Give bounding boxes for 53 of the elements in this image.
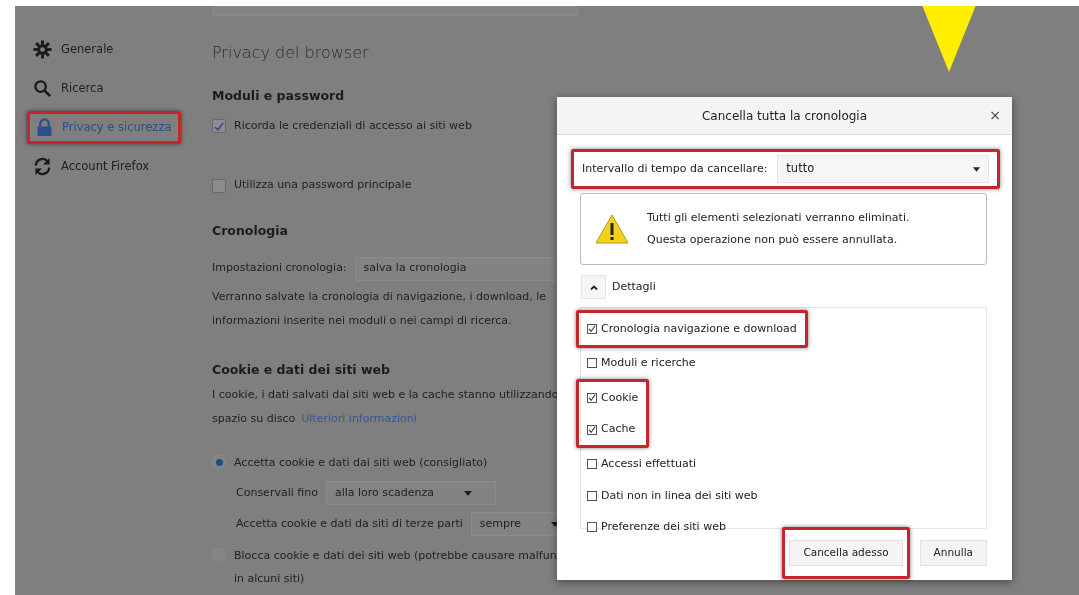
paragraph-line: spazio su disco: [212, 412, 296, 426]
checkbox[interactable]: [587, 459, 597, 470]
section-heading: Cookie e dati dei siti web: [212, 360, 391, 379]
checkbox-label: Preferenze dei siti web: [601, 519, 726, 536]
section-heading: Moduli e password: [212, 87, 346, 105]
checkbox-label: Cronologia navigazione e download: [601, 320, 797, 337]
radio-label: in alcuni siti): [234, 571, 306, 588]
checkbox[interactable]: [587, 393, 597, 403]
section-heading: Cronologia: [212, 221, 289, 240]
checkbox-label: Cookie: [601, 389, 639, 406]
checkbox[interactable]: [587, 490, 597, 501]
gear-icon: [33, 40, 52, 59]
clear-button[interactable]: Cancella adesso: [789, 540, 903, 566]
checkbox-label: Cache: [601, 421, 636, 438]
checkbox[interactable]: [212, 178, 226, 193]
radio-label: Blocca cookie e dati dei siti web (potrebbe causare malfun: [234, 548, 557, 565]
caret-icon: [464, 490, 473, 496]
warning-text: Tutti gli elementi selezionati verranno eliminati.: [647, 210, 910, 226]
checkbox-label: Dati non in linea dei siti web: [601, 487, 758, 504]
checkbox[interactable]: [587, 522, 597, 533]
search-icon: [33, 79, 52, 98]
field-label: Intervallo di tempo da cancellare:: [582, 160, 768, 177]
time-range-dropdown[interactable]: tutto: [777, 155, 989, 183]
paragraph-line: informazioni inserite nei moduli o nei campi di ricerca.: [212, 312, 513, 329]
chevron-up-icon: [589, 284, 598, 290]
radio-button[interactable]: [212, 455, 226, 470]
sidebar-item[interactable]: Ricerca: [27, 75, 110, 102]
field-label: Accetta cookie e dati da siti di terze parti: [236, 516, 463, 532]
dropdown[interactable]: alla loro scadenza: [325, 481, 496, 506]
section-title: Privacy del browser: [212, 42, 370, 64]
checkbox-label: Ricorda le credenziali di accesso ai siti web: [234, 117, 472, 134]
warning-text: Questa operazione non può essere annullata.: [647, 232, 899, 248]
checkbox[interactable]: [587, 424, 597, 435]
radio-label: Accetta cookie e dati dai siti web (consigliato): [234, 455, 488, 472]
sync-icon: [33, 157, 52, 176]
section-label: Dettagli: [612, 278, 656, 295]
checkbox[interactable]: [587, 358, 597, 369]
caret-icon: [973, 166, 980, 172]
checkbox[interactable]: [212, 119, 226, 133]
dialog-title: Cancella tutta la cronologia: [701, 107, 868, 125]
checkbox-label: Utilizza una password principale: [234, 177, 412, 194]
checkbox[interactable]: [587, 323, 597, 334]
pointer-arrow: [920, 6, 978, 72]
field-label: Impostazioni cronologia:: [212, 260, 347, 277]
checkbox-label: Moduli e ricerche: [601, 355, 696, 372]
sidebar-item[interactable]: Generale: [27, 36, 120, 63]
close-button[interactable]: ×: [986, 106, 1004, 124]
field-label: Conservali fino: [236, 485, 318, 501]
cancel-button[interactable]: Annulla: [919, 540, 987, 566]
checkbox-label: Accessi effettuati: [601, 455, 697, 472]
warning-icon: [595, 214, 629, 244]
sidebar-item[interactable]: Account Firefox: [27, 153, 156, 180]
lock-icon: [36, 118, 53, 137]
